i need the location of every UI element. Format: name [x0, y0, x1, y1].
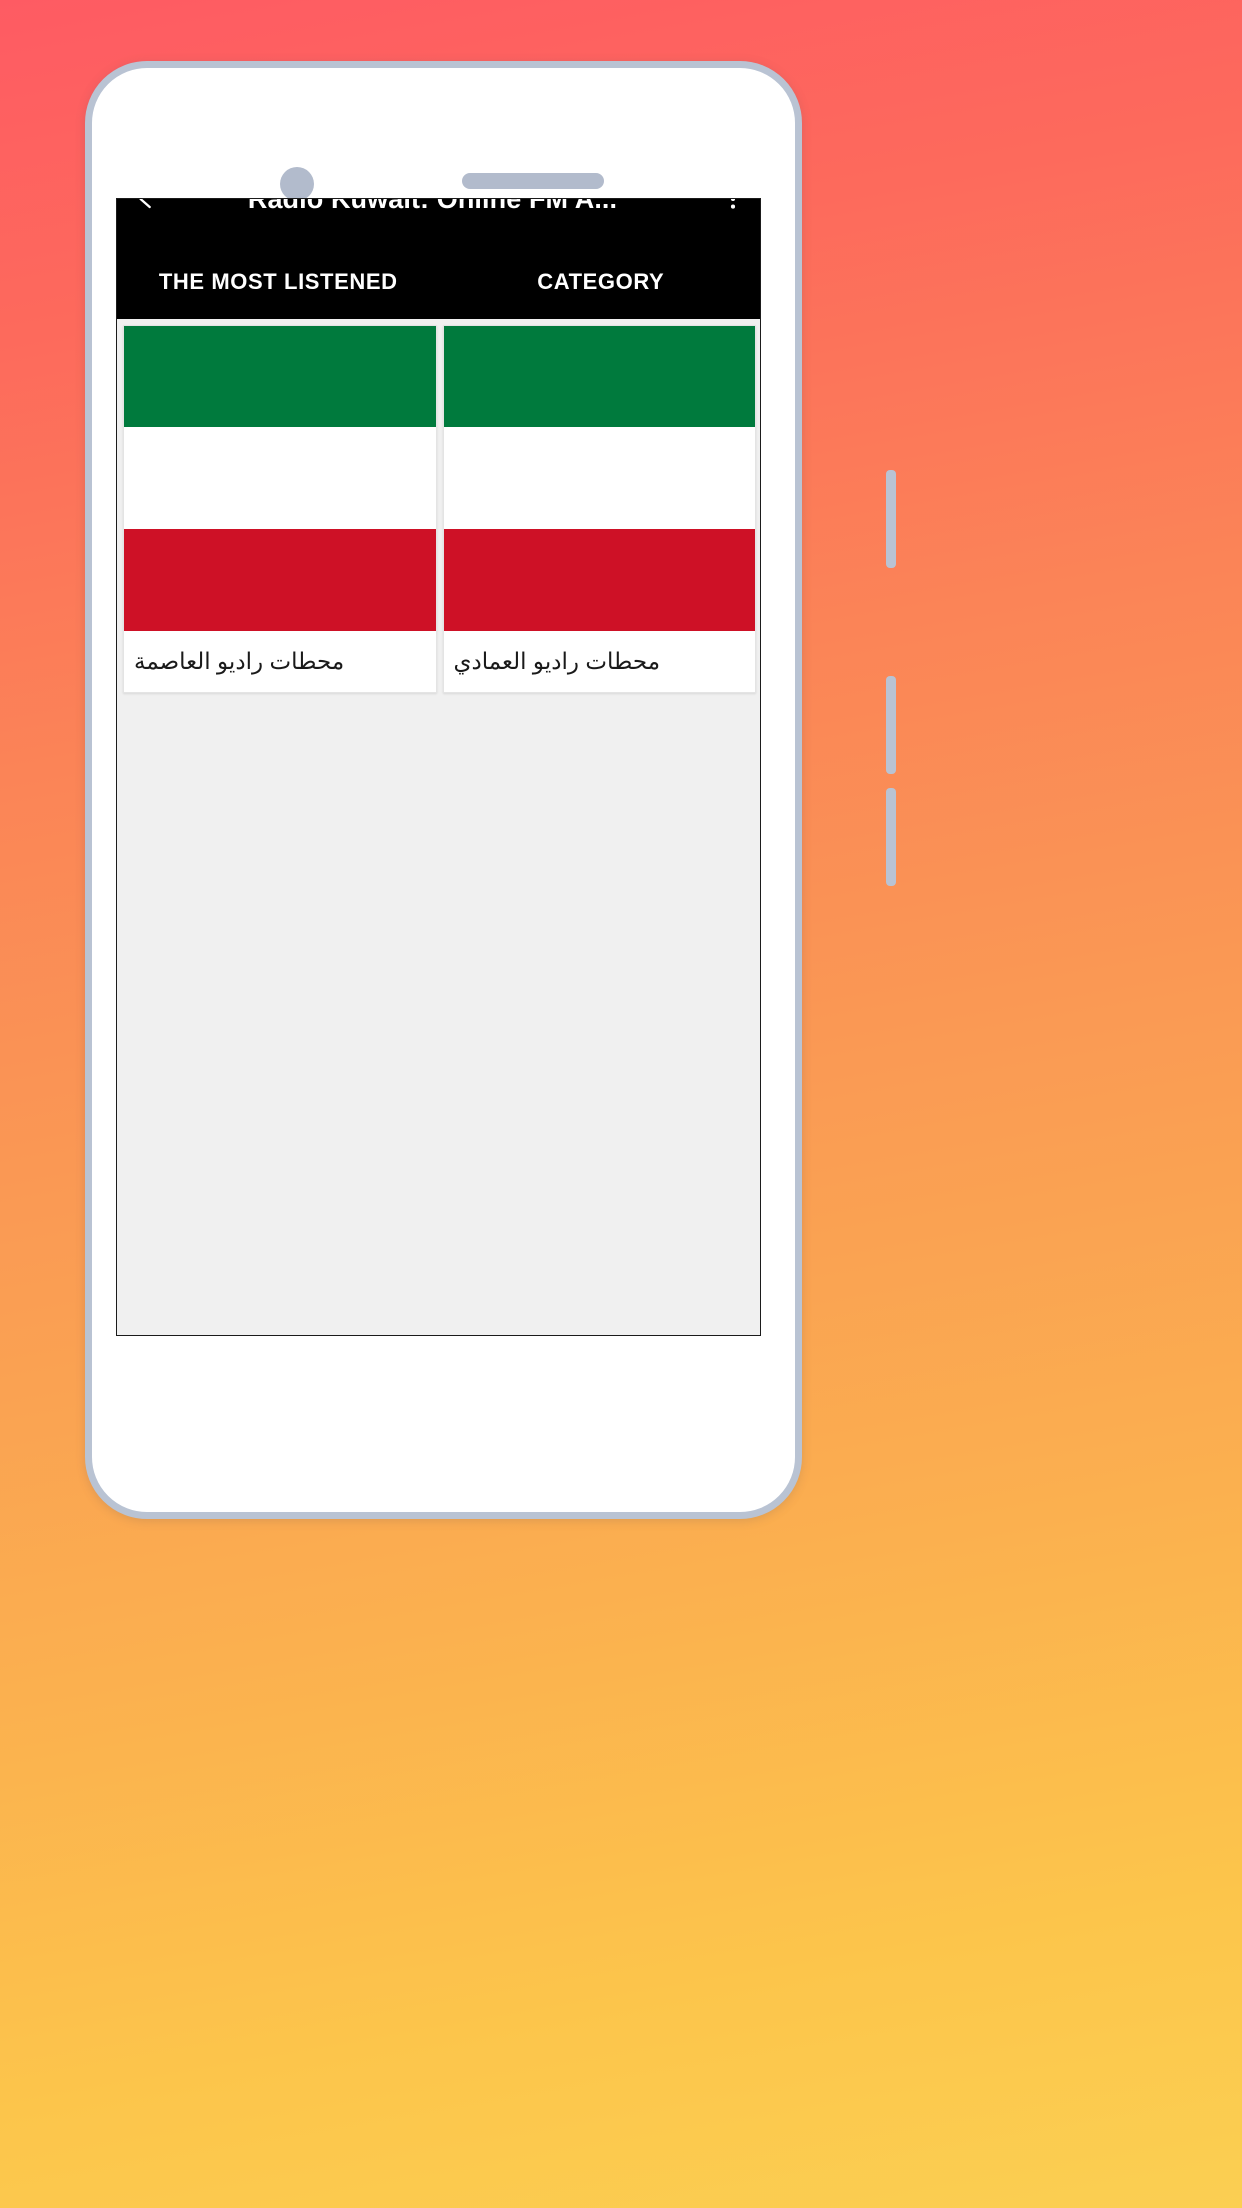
station-card-inner[interactable]: محطات راديو العاصمة	[123, 325, 437, 693]
overflow-menu-icon[interactable]	[704, 199, 760, 221]
app-title: Radio Kuwait: Online FM A...	[247, 198, 618, 214]
station-card-label: محطات راديو العمادي	[443, 631, 755, 692]
flag-stripe-red	[443, 529, 755, 631]
app-screen: Radio Kuwait: Online FM A... THE MOST LI…	[116, 198, 761, 1336]
station-card-label: محطات راديو العاصمة	[124, 631, 436, 692]
flag-stripe-red	[124, 529, 436, 631]
station-card-grid: محطات راديو العاصمة محطات راديو العمادي	[120, 325, 759, 693]
station-card[interactable]: محطات راديو العاصمة	[120, 325, 440, 693]
tab-the-most-listened[interactable]: THE MOST LISTENED	[117, 245, 440, 319]
device-side-button-volume-down[interactable]	[886, 676, 896, 774]
device-side-button-volume-up[interactable]	[886, 470, 896, 568]
tab-strip: THE MOST LISTENED CATEGORY	[117, 245, 761, 319]
front-camera-icon	[280, 167, 314, 201]
app-bar-row: Radio Kuwait: Online FM A...	[117, 198, 760, 221]
device-side-button-power[interactable]	[886, 788, 896, 886]
tab-category[interactable]: CATEGORY	[440, 245, 761, 319]
flag-stripe-white	[443, 427, 755, 529]
kuwait-flag-icon	[124, 326, 436, 631]
earpiece-speaker-icon	[462, 173, 604, 189]
station-card-inner[interactable]: محطات راديو العمادي	[442, 325, 756, 693]
kuwait-flag-icon	[443, 326, 755, 631]
back-arrow-icon[interactable]	[117, 199, 175, 221]
flag-stripe-green	[124, 326, 436, 427]
flag-stripe-white	[124, 427, 436, 529]
app-bar: Radio Kuwait: Online FM A... THE MOST LI…	[117, 198, 761, 319]
content-area: محطات راديو العاصمة محطات راديو العمادي	[117, 319, 760, 1335]
flag-stripe-green	[443, 326, 755, 427]
station-card[interactable]: محطات راديو العمادي	[440, 325, 760, 693]
